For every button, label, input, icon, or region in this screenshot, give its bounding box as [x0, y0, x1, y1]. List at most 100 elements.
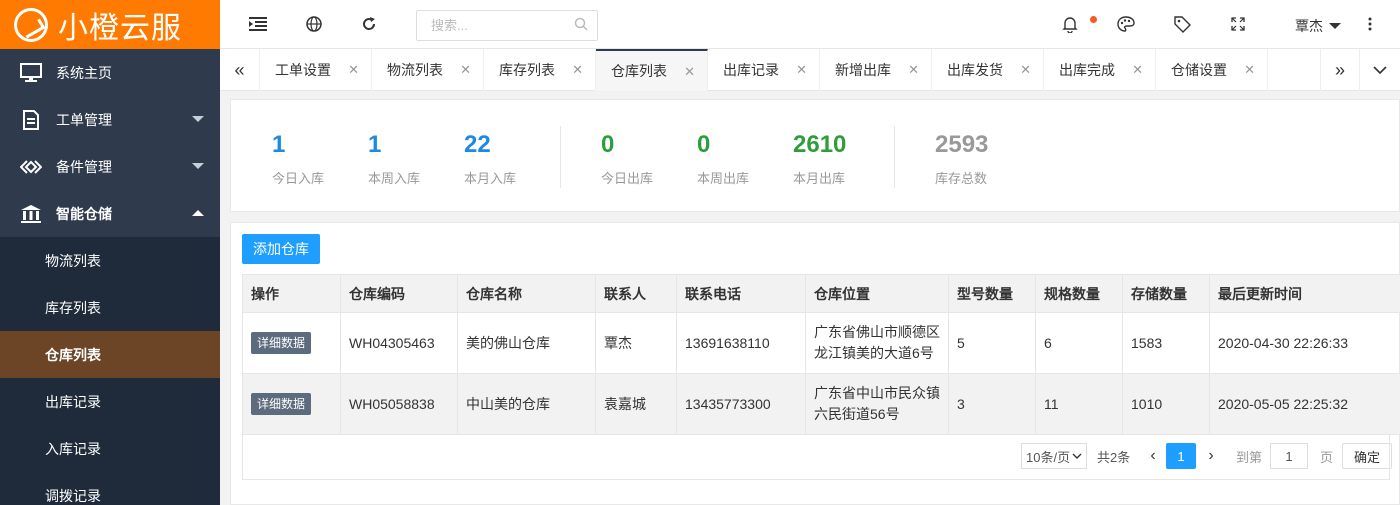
bell-icon[interactable] [1060, 14, 1080, 34]
close-icon[interactable]: ✕ [460, 62, 471, 78]
tabs-bar: « 工单设置 ✕ 物流列表 ✕ 库存列表 ✕ 仓库列表 ✕ 出库记录 ✕ 新增出库 ✕ 出库… [220, 49, 1400, 91]
tab-label: 出库完成 [1059, 62, 1115, 78]
close-icon[interactable]: ✕ [684, 64, 695, 80]
tab-inventory[interactable]: 库存列表 ✕ [484, 49, 596, 91]
sidebar-item-label: 智能仓储 [56, 205, 112, 222]
col-header: 存储数量 [1122, 274, 1210, 313]
globe-icon[interactable] [304, 14, 324, 34]
stat-today-inbound: 1 今日入库 [272, 130, 324, 187]
diamond-icon [20, 157, 42, 177]
fullscreen-icon[interactable] [1228, 14, 1248, 34]
cell-spec-count: 6 [1035, 312, 1123, 374]
tab-outbound-records[interactable]: 出库记录 ✕ [708, 49, 820, 91]
cell-model-count: 5 [948, 312, 1036, 374]
close-icon[interactable]: ✕ [796, 62, 807, 78]
add-warehouse-button[interactable]: 添加仓库 [242, 234, 320, 264]
cell-name: 中山美的仓库 [457, 373, 596, 435]
close-icon[interactable]: ✕ [572, 62, 583, 78]
stat-label: 今日出库 [601, 171, 654, 186]
user-name: 覃杰 [1295, 18, 1323, 34]
close-icon[interactable]: ✕ [1244, 62, 1255, 78]
logo-icon [14, 7, 48, 42]
sidebar-subitem-transfer[interactable]: 调拨记录 [0, 472, 220, 505]
sidebar-item-parts[interactable]: 备件管理 [0, 143, 220, 190]
cell-code: WH04305463 [340, 312, 458, 374]
close-icon[interactable]: ✕ [908, 62, 919, 78]
cell-updated: 2020-05-05 22:25:32 [1209, 373, 1400, 435]
cell-action: 详细数据 [242, 312, 341, 374]
stat-week-inbound: 1 本周入库 [368, 130, 420, 187]
sidebar-subitem-inbound[interactable]: 入库记录 [0, 425, 220, 472]
sidebar-subitem-outbound[interactable]: 出库记录 [0, 378, 220, 425]
stat-value: 1 [368, 131, 382, 158]
cell-contact: 袁嘉城 [595, 373, 677, 435]
tabs-scroll-left-icon[interactable]: « [220, 49, 260, 91]
refresh-icon[interactable] [359, 14, 379, 34]
sidebar-subitem-inventory[interactable]: 库存列表 [0, 284, 220, 331]
tab-logistics[interactable]: 物流列表 ✕ [372, 49, 484, 91]
sidebar-subitem-warehouses[interactable]: 仓库列表 [0, 331, 220, 378]
top-header: 覃杰 [220, 0, 1400, 49]
tabs-scroll-right-icon[interactable]: » [1320, 49, 1360, 91]
close-icon[interactable]: ✕ [1020, 62, 1031, 78]
page-current[interactable]: 1 [1166, 443, 1196, 469]
close-icon[interactable]: ✕ [1132, 62, 1143, 78]
stat-value: 0 [601, 131, 615, 158]
cell-action: 详细数据 [242, 373, 341, 435]
prev-page-icon[interactable]: ‹ [1145, 443, 1161, 469]
detail-data-button[interactable]: 详细数据 [251, 332, 312, 354]
sidebar: 小橙云服 系统主页 工单管理 备件管理 智能仓储 物流列表 库存列表 仓库列表 … [0, 0, 220, 505]
chevron-down-icon [192, 163, 204, 169]
pagination: 10条/页 共2条 ‹ 1 › 到第 1 页 确定 [242, 434, 1392, 480]
tab-outbound-shipping[interactable]: 出库发货 ✕ [932, 49, 1044, 91]
cell-code: WH05058838 [340, 373, 458, 435]
detail-data-button[interactable]: 详细数据 [251, 393, 312, 415]
tab-workorder-settings[interactable]: 工单设置 ✕ [260, 49, 372, 91]
menu-collapse-icon[interactable] [248, 14, 268, 34]
cell-phone: 13691638110 [676, 312, 806, 374]
tab-label: 库存列表 [499, 62, 555, 78]
stat-value: 1 [272, 131, 286, 158]
page-size-select[interactable]: 10条/页 [1021, 443, 1087, 469]
stat-week-outbound: 0 本周出库 [697, 130, 749, 187]
more-vertical-icon[interactable] [1368, 16, 1372, 35]
cell-phone: 13435773300 [676, 373, 806, 435]
user-menu[interactable]: 覃杰 [1295, 16, 1341, 36]
location-line: 广东省中山市民众镇 [814, 385, 940, 401]
sidebar-subitem-logistics[interactable]: 物流列表 [0, 237, 220, 284]
sidebar-item-label: 工单管理 [56, 111, 112, 128]
stat-value: 2593 [935, 131, 989, 158]
sidebar-item-workorders[interactable]: 工单管理 [0, 96, 220, 143]
search-icon[interactable] [574, 17, 588, 34]
page-unit: 页 [1320, 449, 1334, 465]
tab-label: 工单设置 [275, 62, 331, 78]
chevron-up-icon [192, 210, 204, 216]
tab-outbound-complete[interactable]: 出库完成 ✕ [1044, 49, 1156, 91]
page-size-value: 10条/页 [1026, 449, 1071, 465]
goto-label: 到第 [1236, 449, 1263, 465]
cell-storage-count: 1583 [1122, 312, 1210, 374]
close-icon[interactable]: ✕ [348, 62, 359, 78]
tag-icon[interactable] [1172, 14, 1192, 34]
goto-confirm-button[interactable]: 确定 [1342, 443, 1392, 469]
cell-storage-count: 1010 [1122, 373, 1210, 435]
tabs-dropdown-icon[interactable] [1360, 49, 1400, 91]
logo[interactable]: 小橙云服 [0, 0, 220, 49]
col-header: 规格数量 [1035, 274, 1123, 313]
tab-new-outbound[interactable]: 新增出库 ✕ [820, 49, 932, 91]
next-page-icon[interactable]: › [1203, 443, 1219, 469]
cell-contact: 覃杰 [595, 312, 677, 374]
tab-warehouses[interactable]: 仓库列表 ✕ [596, 49, 708, 91]
document-icon [20, 109, 42, 130]
chevron-down-icon [192, 116, 204, 122]
stat-today-outbound: 0 今日出库 [601, 130, 653, 187]
monitor-icon [20, 62, 42, 83]
search-input[interactable] [416, 10, 598, 41]
stat-label: 本月出库 [793, 171, 846, 186]
goto-page-input[interactable]: 1 [1270, 443, 1308, 469]
stat-label: 本周出库 [697, 171, 750, 186]
palette-icon[interactable] [1116, 14, 1136, 34]
sidebar-item-home[interactable]: 系统主页 [0, 49, 220, 96]
sidebar-item-warehouse[interactable]: 智能仓储 [0, 190, 220, 237]
tab-storage-settings[interactable]: 仓储设置 ✕ [1156, 49, 1268, 91]
